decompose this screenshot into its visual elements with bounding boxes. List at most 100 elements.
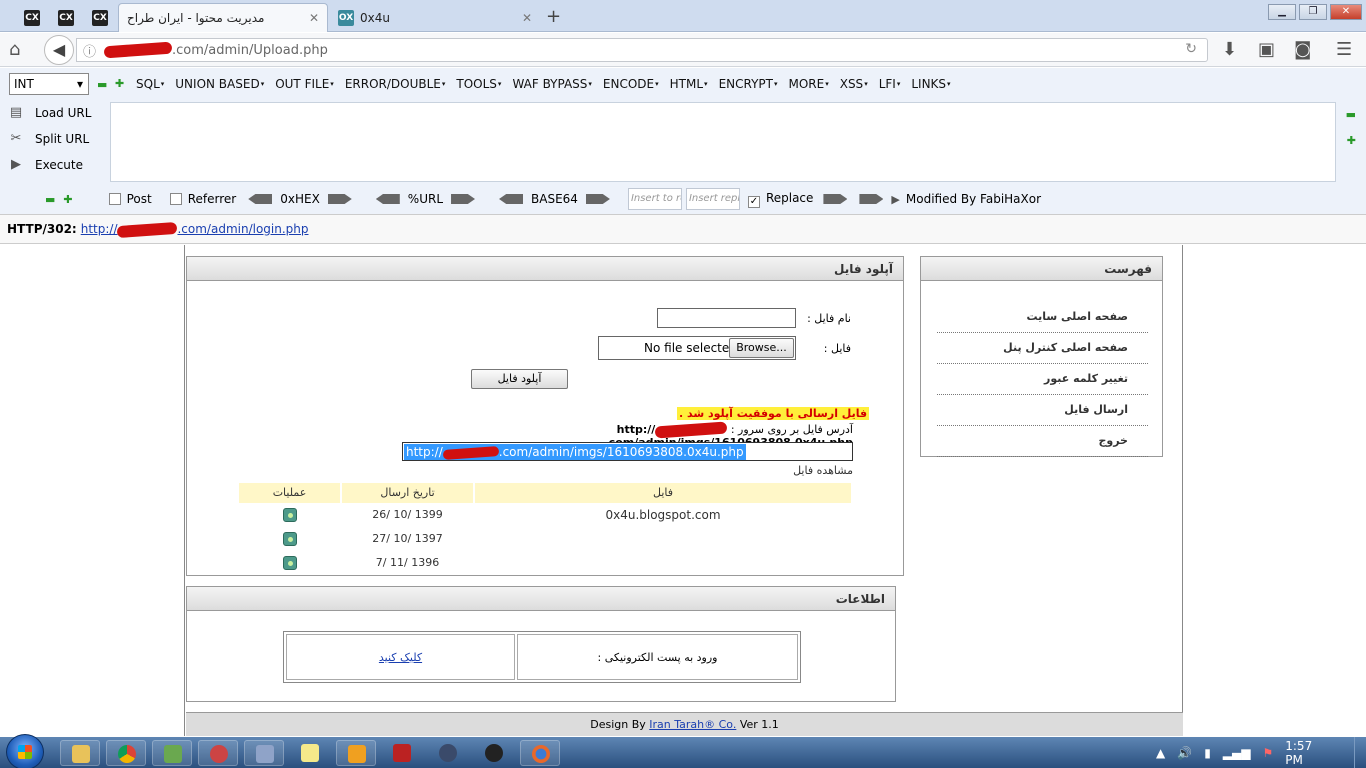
hamburger-menu-icon[interactable]: ☰	[1336, 40, 1352, 60]
download-icon[interactable]: ⬇	[1222, 40, 1237, 60]
file-url-field[interactable]: http:// .com/admin/imgs/1610693808.0x4u.p…	[402, 442, 853, 461]
menu-links[interactable]: LINKS	[911, 77, 950, 91]
tab-close-icon[interactable]: ✕	[309, 11, 319, 25]
menu-union-based[interactable]: UNION BASED	[175, 77, 264, 91]
file-name-input[interactable]	[657, 308, 796, 328]
delete-icon[interactable]	[283, 508, 297, 522]
url-bar[interactable]: ⓘ .com/admin/Upload.php ↻	[76, 38, 1208, 62]
injection-type-select[interactable]: INT ▾	[9, 73, 89, 95]
checkbox-box[interactable]	[169, 193, 182, 205]
minus-icon[interactable]: ▬	[45, 193, 55, 206]
menu-lfi[interactable]: LFI	[879, 77, 901, 91]
delete-icon[interactable]	[283, 532, 297, 546]
play-icon[interactable]: ▶	[891, 193, 899, 206]
checkbox-box[interactable]	[108, 193, 121, 205]
pinned-tab-2[interactable]: CX	[50, 3, 82, 32]
plus-icon[interactable]: ✚	[1347, 134, 1356, 147]
flag-icon[interactable]: ⚑	[1262, 746, 1273, 760]
taskbar-lambda[interactable]	[152, 740, 192, 766]
taskbar-app-4[interactable]	[198, 740, 238, 766]
clock[interactable]: 1:57 PM	[1285, 739, 1326, 767]
replace-checkbox[interactable]: ✓ Replace	[747, 191, 813, 208]
split-url-button[interactable]: ✂ Split URL	[7, 131, 90, 147]
hex-encode-arrow-icon[interactable]	[327, 194, 352, 204]
home-icon[interactable]: ⌂	[9, 40, 20, 60]
pinned-tab-3[interactable]: CX	[84, 3, 116, 32]
taskbar-app-10[interactable]	[474, 740, 514, 766]
menu-out-file[interactable]: OUT FILE	[275, 77, 334, 91]
plus-icon[interactable]: ✚	[63, 193, 72, 206]
taskbar-notepad[interactable]	[290, 740, 330, 766]
taskbar-chrome[interactable]	[106, 740, 146, 766]
tray-arrow-icon[interactable]: ▲	[1156, 746, 1165, 760]
replace-all-arrow-icon[interactable]	[859, 194, 884, 204]
tab-0x4u[interactable]: OX 0x4u ✕	[332, 3, 538, 32]
menu-encode[interactable]: ENCODE	[603, 77, 659, 91]
menu-sql[interactable]: SQL	[136, 77, 164, 91]
start-button[interactable]	[6, 734, 44, 768]
base64-decode-arrow-icon[interactable]	[499, 194, 524, 204]
new-tab-button[interactable]: +	[546, 6, 561, 27]
tab-content-management[interactable]: مدیریت محتوا - ایران طراح ✕	[118, 3, 328, 32]
table-cell-file[interactable]: 0x4u.blogspot.com	[475, 504, 851, 526]
checkbox-checked[interactable]: ✓	[747, 195, 760, 208]
volume-icon[interactable]: 🔊	[1177, 746, 1192, 760]
selected-file-url[interactable]: http:// .com/admin/imgs/1610693808.0x4u.p…	[404, 444, 746, 460]
menu-link-logout[interactable]: خروج	[937, 426, 1148, 457]
taskbar-firefox[interactable]	[520, 740, 560, 766]
referrer-checkbox[interactable]: Referrer	[169, 192, 236, 206]
table-cell-file[interactable]	[475, 528, 851, 550]
taskbar-explorer[interactable]	[60, 740, 100, 766]
minimize-button[interactable]: ▁	[1268, 4, 1296, 20]
url-encode-arrow-icon[interactable]	[451, 194, 476, 204]
maximize-button[interactable]: ❐	[1299, 4, 1327, 20]
tab-close-icon[interactable]: ✕	[522, 11, 532, 25]
reader-view-icon[interactable]: ▣	[1258, 40, 1275, 60]
base64-encode-arrow-icon[interactable]	[585, 194, 610, 204]
taskbar-media[interactable]	[336, 740, 376, 766]
insert-replacement-input[interactable]: Insert repla	[685, 188, 740, 210]
pocket-icon[interactable]: ◙	[1294, 40, 1311, 60]
insert-to-replace-input[interactable]: Insert to rep	[627, 188, 682, 210]
pinned-tab-1[interactable]: CX	[16, 3, 48, 32]
menu-waf-bypass[interactable]: WAF BYPASS	[512, 77, 591, 91]
url-decode-arrow-icon[interactable]	[375, 194, 400, 204]
menu-xss[interactable]: XSS	[840, 77, 868, 91]
browse-button[interactable]: Browse...	[729, 338, 794, 358]
taskbar-app-9[interactable]	[428, 740, 468, 766]
menu-error-double[interactable]: ERROR/DOUBLE	[345, 77, 446, 91]
menu-tools[interactable]: TOOLS	[456, 77, 501, 91]
taskbar-app-8[interactable]	[382, 740, 422, 766]
replace-arrow-icon[interactable]	[823, 194, 848, 204]
close-window-button[interactable]: ✕	[1330, 4, 1362, 20]
file-picker[interactable]: No file selected. Browse...	[598, 336, 796, 360]
menu-encrypt[interactable]: ENCRYPT	[719, 77, 778, 91]
hex-decode-arrow-icon[interactable]	[248, 194, 273, 204]
menu-link-send-file[interactable]: ارسال فایل	[937, 395, 1148, 426]
post-checkbox[interactable]: Post	[108, 192, 152, 206]
menu-link-change-password[interactable]: تغییر کلمه عبور	[937, 364, 1148, 395]
view-file-link[interactable]: مشاهده فایل	[687, 464, 853, 477]
footer-link[interactable]: Iran Tarah® Co.	[649, 718, 736, 731]
signal-icon[interactable]: ▂▄▆	[1223, 746, 1251, 760]
menu-link-cp-home[interactable]: صفحه اصلی کنترل پنل	[937, 333, 1148, 364]
info-icon[interactable]: ⓘ	[83, 41, 96, 60]
back-arrow-icon[interactable]: ◀	[44, 35, 74, 65]
hackbar-url-textarea[interactable]	[110, 102, 1336, 182]
click-here-link[interactable]: کلیک کنید	[379, 651, 422, 664]
reload-icon[interactable]: ↻	[1185, 41, 1197, 57]
load-url-button[interactable]: ▤ Load URL	[7, 105, 92, 121]
network-icon[interactable]: ▮	[1204, 746, 1211, 760]
taskbar-app-5[interactable]	[244, 740, 284, 766]
execute-button[interactable]: ▶ Execute	[7, 157, 83, 173]
delete-icon[interactable]	[283, 556, 297, 570]
menu-link-site-home[interactable]: صفحه اصلی سایت	[937, 302, 1148, 333]
upload-file-button[interactable]: آپلود فایل	[471, 369, 568, 389]
minus-icon[interactable]: ▬	[1346, 108, 1356, 121]
minus-icon[interactable]: ▬	[97, 78, 107, 91]
show-desktop-button[interactable]	[1354, 737, 1366, 768]
redirect-link[interactable]: http:// .com/admin/login.php	[81, 221, 309, 238]
table-cell-file[interactable]	[475, 552, 851, 574]
menu-html[interactable]: HTML	[670, 77, 708, 91]
menu-more[interactable]: MORE	[788, 77, 828, 91]
